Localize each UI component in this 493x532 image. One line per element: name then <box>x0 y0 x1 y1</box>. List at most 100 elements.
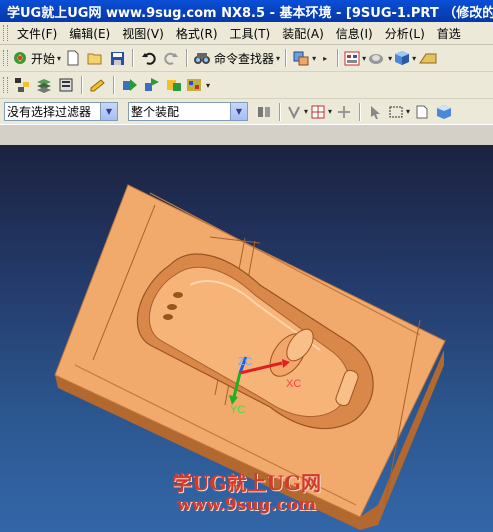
assembly-toolbar: ▾ <box>0 72 493 99</box>
pencil-icon <box>90 79 105 92</box>
undo-button[interactable] <box>139 48 159 68</box>
move-component-button[interactable] <box>120 75 140 95</box>
part-nav-icon <box>59 78 73 92</box>
chevron-down-icon: ▾ <box>206 80 211 90</box>
show-hide-button[interactable] <box>412 102 432 122</box>
layout-icon <box>344 51 360 65</box>
redo-icon <box>164 52 179 65</box>
new-button[interactable] <box>63 48 83 68</box>
cube-icon <box>395 51 410 65</box>
selection-scope-dropdown[interactable]: 整个装配 ▼ <box>128 102 248 121</box>
start-icon <box>14 52 26 64</box>
graphics-window[interactable]: ZC XC YC 学UG就上UG网 www.9sug.com <box>0 145 493 532</box>
rectangle-select-button[interactable]: ▾ <box>388 102 410 122</box>
command-finder-button[interactable]: 命令查找器 ▾ <box>193 48 280 68</box>
assembly-nav-icon <box>15 78 29 92</box>
menu-preferences[interactable]: 首选 <box>431 25 467 42</box>
orient-view-button[interactable]: ▾ <box>394 48 416 68</box>
chevron-down-icon: ▾ <box>388 53 393 63</box>
xc-label: XC <box>286 378 301 390</box>
separator <box>359 102 362 121</box>
start-button[interactable]: 开始 ▾ <box>12 48 61 68</box>
component-icon <box>167 80 181 91</box>
save-button[interactable] <box>107 48 127 68</box>
chevron-down-icon: ▾ <box>328 107 333 116</box>
point-constructor-button[interactable]: ▾ <box>310 102 332 122</box>
standard-toolbar: 开始 ▾ 命令查找器 ▾ ▾ ▸ ▾ ▾ ▾ <box>0 45 493 72</box>
snap-point-button[interactable]: ▾ <box>286 102 308 122</box>
snap-view-button[interactable]: ▾ <box>292 48 316 68</box>
toolbar-spacer <box>0 124 493 145</box>
chevron-down-icon: ▾ <box>276 53 281 63</box>
view-layout-button[interactable]: ▾ <box>344 48 366 68</box>
quick-pick-button[interactable] <box>334 102 354 122</box>
redo-button[interactable] <box>161 48 181 68</box>
menu-analysis[interactable]: 分析(L) <box>379 25 431 42</box>
wave-geometry-button[interactable] <box>142 75 162 95</box>
snap-point-icon <box>288 106 300 119</box>
toolbar-grip[interactable] <box>3 50 8 66</box>
binoculars-icon <box>194 53 211 64</box>
selection-scope-value: 整个装配 <box>131 105 180 119</box>
separator <box>337 49 340 67</box>
separator <box>81 76 83 94</box>
new-file-icon <box>67 50 79 66</box>
chevron-down-icon: ▾ <box>312 53 317 63</box>
chevron-down-icon: ▾ <box>406 107 411 116</box>
menu-assemblies[interactable]: 装配(A) <box>276 25 330 42</box>
menu-edit[interactable]: 编辑(E) <box>63 25 116 42</box>
chevron-down-icon: ▾ <box>304 107 309 116</box>
layer-button[interactable] <box>34 75 54 95</box>
chevron-down-icon: ▾ <box>362 53 367 63</box>
zc-label: ZC <box>238 356 253 368</box>
box-icon <box>437 104 452 119</box>
constraints-button[interactable]: ▾ <box>186 75 210 95</box>
menubar-grip[interactable] <box>3 25 8 41</box>
plus-icon <box>338 105 351 118</box>
snap-view-icon <box>293 51 309 66</box>
component-button[interactable] <box>164 75 184 95</box>
more-arrow[interactable]: ▸ <box>323 54 327 63</box>
title-bar: 学UG就上UG网 www.9sug.com NX8.5 - 基本环境 - [9S… <box>0 0 493 22</box>
filter-button[interactable] <box>254 102 274 122</box>
select-arrow-icon <box>371 105 381 119</box>
move-icon <box>123 79 137 91</box>
command-finder-label: 命令查找器 <box>214 51 275 66</box>
layer-icon <box>37 79 51 93</box>
separator <box>186 49 189 67</box>
constraint-icon <box>187 79 201 91</box>
chevron-down-icon: ▼ <box>230 103 247 120</box>
select-by-button[interactable] <box>366 102 386 122</box>
menu-file[interactable]: 文件(F) <box>11 25 63 42</box>
part-navigator-button[interactable] <box>56 75 76 95</box>
open-button[interactable] <box>85 48 105 68</box>
speaker-slot <box>173 292 183 298</box>
assembly-navigator-button[interactable] <box>12 75 32 95</box>
background-button[interactable] <box>418 48 438 68</box>
filter-icon <box>258 106 270 117</box>
menu-information[interactable]: 信息(I) <box>330 25 379 42</box>
separator <box>285 49 288 67</box>
watermark-title: 学UG就上UG网 <box>171 471 322 495</box>
yc-label: YC <box>230 404 245 416</box>
menu-view[interactable]: 视图(V) <box>116 25 170 42</box>
speaker-slot <box>167 304 177 310</box>
chevron-down-icon: ▼ <box>100 103 117 120</box>
separator <box>132 49 135 67</box>
crosshair-icon <box>311 105 325 118</box>
save-icon <box>110 51 124 65</box>
chevron-down-icon: ▾ <box>412 53 417 63</box>
speaker-slot <box>163 314 173 320</box>
type-filter-dropdown[interactable]: 没有选择过滤器 ▼ <box>4 102 118 121</box>
render-style-button[interactable]: ▾ <box>368 48 392 68</box>
selection-bar: 没有选择过滤器 ▼ 整个装配 ▼ ▾ ▾ ▾ <box>0 99 493 125</box>
open-file-icon <box>87 53 102 65</box>
sketch-button[interactable] <box>88 75 108 95</box>
page-icon <box>416 105 428 118</box>
render-style-icon <box>369 53 384 64</box>
menu-tools[interactable]: 工具(T) <box>224 25 277 42</box>
toolbar-grip[interactable] <box>3 77 8 93</box>
window-title: 学UG就上UG网 www.9sug.com NX8.5 - 基本环境 - [9S… <box>7 5 493 21</box>
menu-format[interactable]: 格式(R) <box>170 25 224 42</box>
show-all-button[interactable] <box>434 102 454 122</box>
